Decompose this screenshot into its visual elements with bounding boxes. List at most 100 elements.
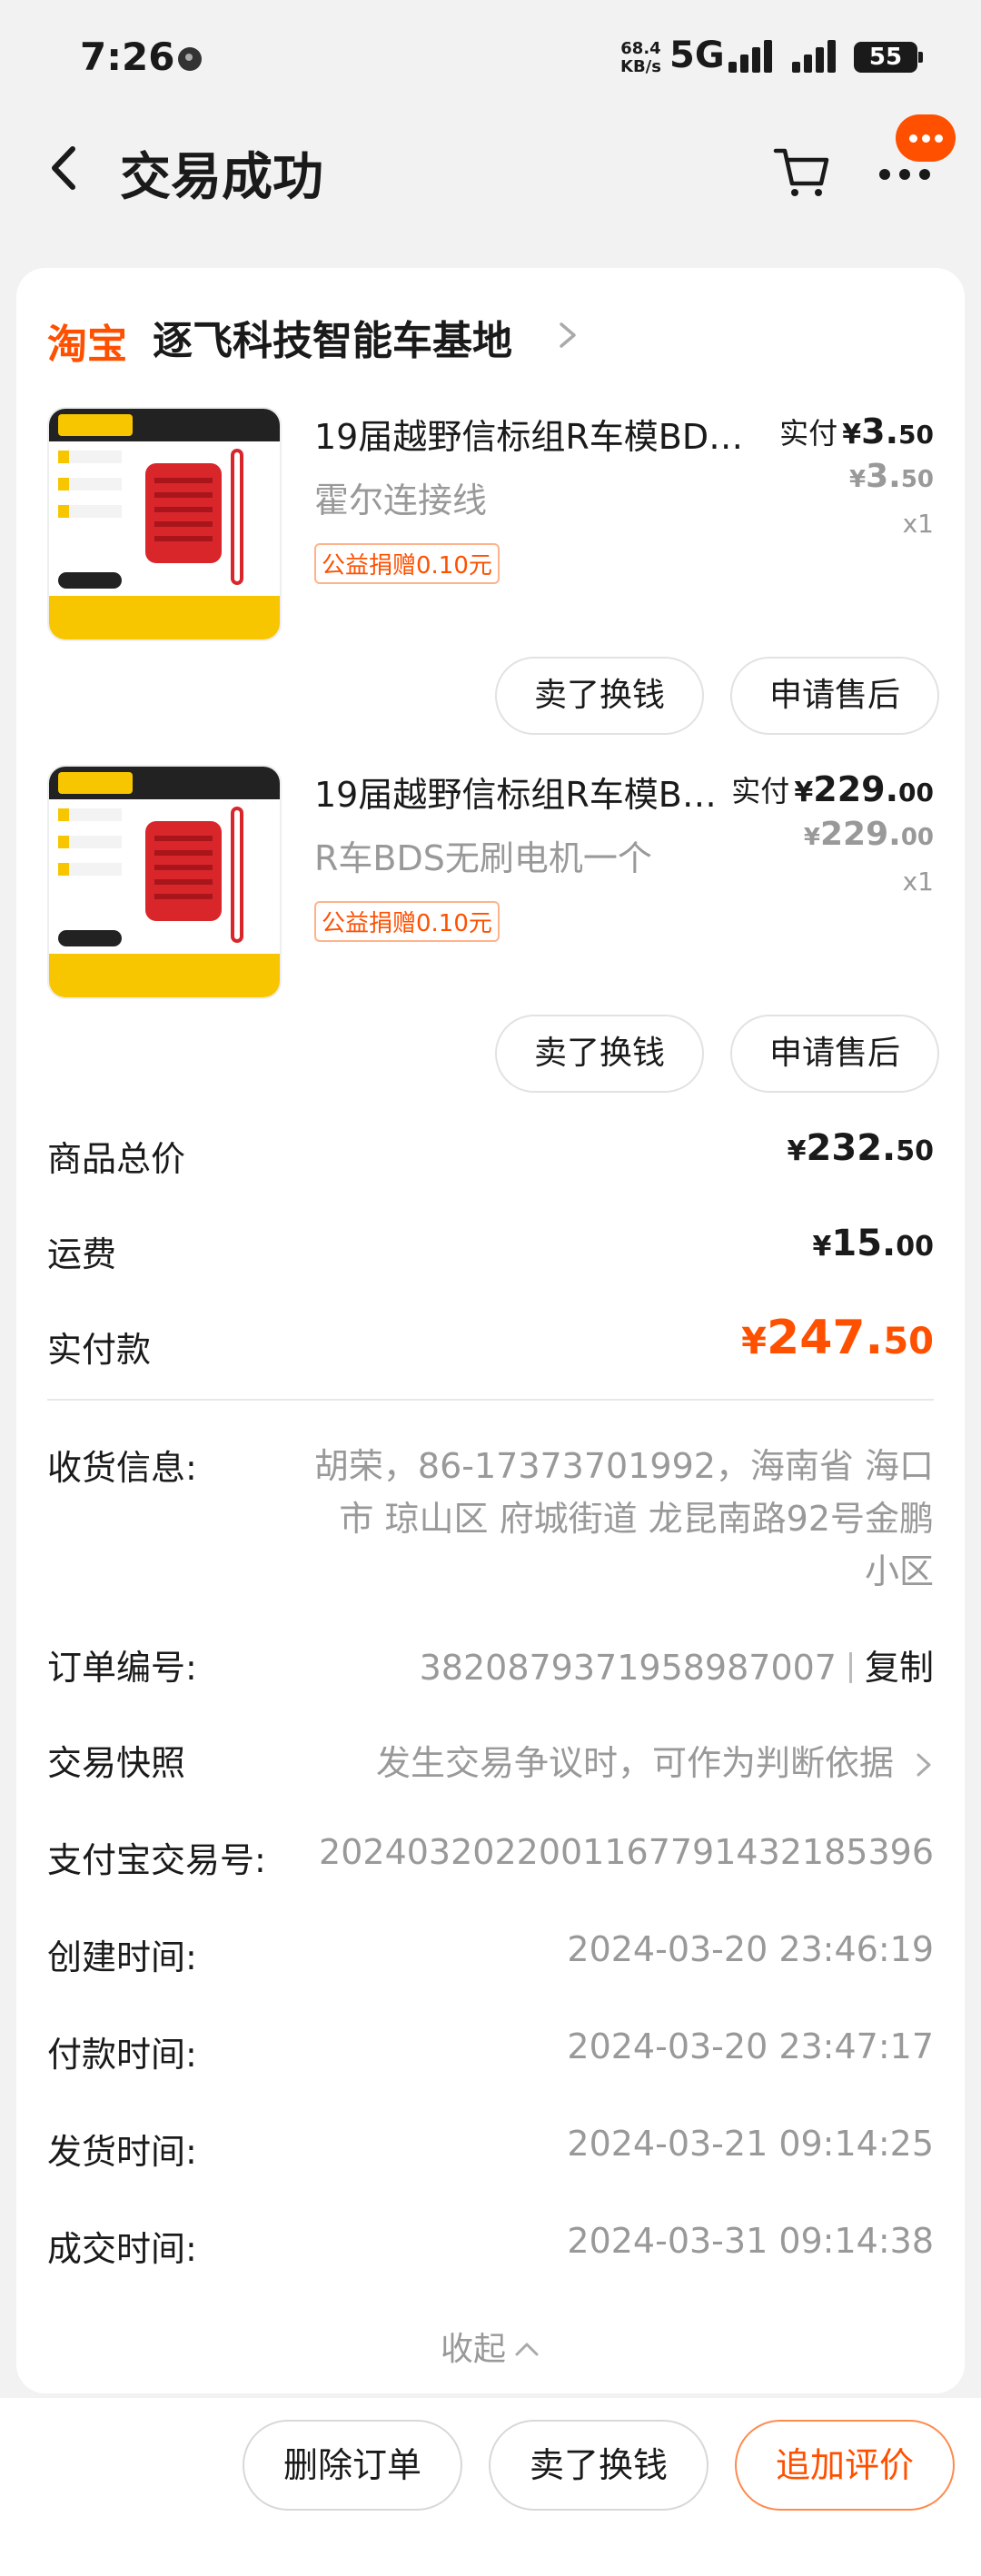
signal-icon (728, 40, 776, 73)
address-value: 胡荣，86-17373701992，海南省 海口市 琼山区 府城街道 龙昆南路9… (313, 1446, 934, 1591)
product-image[interactable] (47, 765, 282, 999)
price-dec: 00 (896, 1231, 934, 1263)
deal-value: 2024-03-31 09:14:38 (567, 2221, 934, 2261)
price-dec: 50 (896, 1135, 934, 1167)
price-dec: 50 (898, 420, 934, 450)
price-dec: 00 (900, 824, 934, 851)
back-icon[interactable] (36, 136, 91, 200)
delete-order-button[interactable]: 删除订单 (243, 2420, 462, 2511)
address-row: 收货信息: 胡荣，86-17373701992，海南省 海口市 琼山区 府城街道… (47, 1440, 934, 1603)
net-speed: 68.4 KB/s (620, 40, 661, 76)
product-sku: 霍尔连接线 (314, 481, 488, 520)
cart-icon[interactable] (772, 142, 832, 202)
sell-button[interactable]: 卖了换钱 (495, 1015, 704, 1093)
sell-button[interactable]: 卖了换钱 (489, 2420, 708, 2511)
order-card: 淘宝 逐飞科技智能车基地 19届越野信标组R车模BDS3650无刷电机 霍尔连接… (16, 268, 965, 2393)
quantity: x1 (902, 509, 934, 539)
price-dec: 50 (883, 1321, 934, 1362)
snapshot-row[interactable]: 交易快照 发生交易争议时，可作为判断依据 (47, 1735, 934, 1789)
price-int: 229. (813, 769, 899, 809)
more-dots-icon[interactable] (874, 160, 937, 187)
price-int: 232. (806, 1127, 897, 1169)
notification-icon (178, 47, 202, 71)
paid-time-label: 付款时间: (47, 2035, 197, 2075)
snapshot-value: 发生交易争议时，可作为判断依据 (375, 1743, 894, 1783)
created-row: 创建时间: 2024-03-20 23:46:19 (47, 1929, 934, 1984)
paid-total-label: 实付款 (47, 1330, 152, 1370)
yen-sign: ¥ (812, 1231, 832, 1263)
price-int: 3. (861, 411, 899, 451)
alipay-value: 2024032022001167791432185396 (319, 1832, 934, 1872)
nav-bar: 交易成功 (0, 109, 981, 227)
taobao-logo: 淘宝 (47, 322, 127, 368)
charity-tag: 公益捐赠0.10元 (314, 543, 500, 584)
original-price: ¥229.00 (804, 816, 934, 853)
goods-total-value: ¥232.50 (788, 1127, 934, 1169)
created-value: 2024-03-20 23:46:19 (567, 1929, 934, 1969)
price-int: 247. (767, 1311, 884, 1365)
status-time: 7:26 (80, 35, 175, 79)
address-label: 收货信息: (47, 1448, 197, 1488)
add-review-button[interactable]: 追加评价 (735, 2420, 955, 2511)
original-price: ¥3.50 (849, 458, 934, 495)
order-item[interactable]: 19届越野信标组R车模BDS3650无刷电机 霍尔连接线 公益捐赠0.10元 实… (16, 407, 965, 766)
goods-total-row: 商品总价 ¥232.50 (47, 1124, 934, 1179)
separator (848, 1652, 852, 1683)
created-label: 创建时间: (47, 1937, 197, 1977)
product-sku: R车BDS无刷电机一个 (314, 838, 652, 878)
price-int: 229. (819, 816, 901, 853)
paid-price: 实付 ¥229.00 (731, 768, 934, 810)
order-item[interactable]: 19届越野信标组R车模BDS3650无刷电机 R车BDS无刷电机一个 公益捐赠0… (16, 765, 965, 1124)
net-speed-value: 68.4 (620, 39, 661, 58)
sell-button[interactable]: 卖了换钱 (495, 657, 704, 735)
yen-sign: ¥ (794, 777, 814, 808)
shipped-row: 发货时间: 2024-03-21 09:14:25 (47, 2124, 934, 2178)
product-image[interactable] (47, 407, 282, 641)
yen-sign: ¥ (803, 824, 820, 851)
paid-total-value: ¥247.50 (741, 1311, 934, 1365)
shipped-label: 发货时间: (47, 2132, 197, 2172)
charity-tag: 公益捐赠0.10元 (314, 901, 500, 942)
chevron-up-icon (515, 2343, 539, 2356)
message-badge-icon[interactable] (896, 114, 956, 162)
yen-sign: ¥ (848, 466, 867, 493)
product-title[interactable]: 19届越野信标组R车模BDS3650无刷电机 (314, 767, 741, 817)
paid-time-value: 2024-03-20 23:47:17 (567, 2026, 934, 2066)
copy-button[interactable]: 复制 (865, 1648, 934, 1688)
net-speed-unit: KB/s (620, 57, 661, 76)
quantity: x1 (902, 867, 934, 897)
paid-total-row: 实付款 ¥247.50 (47, 1311, 934, 1370)
shipped-value: 2024-03-21 09:14:25 (567, 2124, 934, 2164)
yen-sign: ¥ (842, 419, 862, 451)
shipping-value: ¥15.00 (813, 1223, 934, 1264)
snapshot-value-wrap: 发生交易争议时，可作为判断依据 (376, 1735, 934, 1785)
order-number-value: 3820879371958987007 (419, 1648, 837, 1688)
chevron-right-icon[interactable] (554, 319, 581, 352)
yen-sign: ¥ (741, 1321, 768, 1362)
shop-name[interactable]: 逐飞科技智能车基地 (153, 308, 512, 366)
after-sale-button[interactable]: 申请售后 (730, 1015, 939, 1093)
goods-total-label: 商品总价 (47, 1139, 186, 1179)
status-bar: 7:26 68.4 KB/s 5G 55 (0, 0, 981, 109)
paid-label: 实付 (731, 774, 790, 808)
product-title[interactable]: 19届越野信标组R车模BDS3650无刷电机 (314, 409, 759, 459)
snapshot-label: 交易快照 (47, 1743, 186, 1783)
collapse-button[interactable]: 收起 (16, 2323, 965, 2370)
signal-icon-2 (792, 40, 839, 73)
page-title: 交易成功 (120, 148, 323, 207)
collapse-label: 收起 (440, 2331, 506, 2368)
paid-time-row: 付款时间: 2024-03-20 23:47:17 (47, 2026, 934, 2081)
deal-label: 成交时间: (47, 2229, 197, 2269)
bottom-action-bar: 删除订单 卖了换钱 追加评价 (0, 2398, 981, 2576)
paid-label: 实付 (779, 416, 838, 451)
price-dec: 00 (898, 778, 934, 807)
divider (47, 1399, 934, 1401)
price-int: 15. (831, 1223, 897, 1264)
order-number-row: 订单编号: 3820879371958987007 复制 (47, 1640, 934, 1694)
price-dec: 50 (900, 466, 934, 493)
deal-row: 成交时间: 2024-03-31 09:14:38 (47, 2221, 934, 2275)
chevron-right-icon (917, 1753, 931, 1777)
alipay-label: 支付宝交易号: (47, 1840, 266, 1880)
after-sale-button[interactable]: 申请售后 (730, 657, 939, 735)
yen-sign: ¥ (787, 1135, 807, 1167)
